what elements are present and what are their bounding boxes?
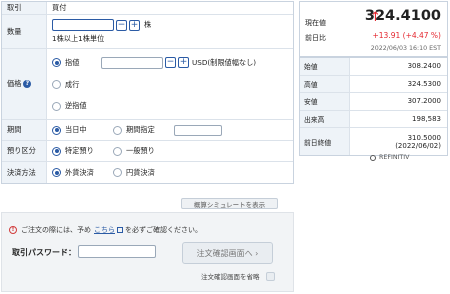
price-minus-button[interactable]: − xyxy=(165,57,176,69)
skip-confirm-checkbox[interactable] xyxy=(265,271,275,281)
quantity-row: 数量 − + 株 1株以上1株単位 xyxy=(2,15,293,49)
quantity-plus-button[interactable]: + xyxy=(129,19,140,31)
help-icon[interactable]: ? xyxy=(23,80,32,88)
data-source: REFINITIV xyxy=(370,154,409,161)
price-currency-note: USD(制限値幅なし) xyxy=(192,57,257,67)
period-date-input[interactable] xyxy=(174,124,222,136)
price-market-radio[interactable] xyxy=(52,80,61,90)
price-limit-radio[interactable] xyxy=(52,58,61,68)
quote-row: 前日終値 310.5000 (2022/06/02) xyxy=(300,127,447,156)
quote-row: 高値 324.5300 xyxy=(300,74,447,93)
skip-confirm-label: 注文確認画面を省略 xyxy=(201,273,260,281)
quote-timestamp: 2022/06/03 16:10 EST xyxy=(370,45,441,52)
quote-row-label: 前日終値 xyxy=(300,128,350,156)
quote-row-label: 高値 xyxy=(300,75,350,93)
notice-suffix: を必ずご確認ください。 xyxy=(125,226,202,234)
period-specified-radio[interactable] xyxy=(113,125,122,135)
settlement-label: 決済方法 xyxy=(2,162,47,183)
simulate-button[interactable]: 概算シミュレートを表示 xyxy=(181,198,278,209)
settlement-row: 決済方法 外貨決済 円貨決済 xyxy=(2,162,293,183)
quote-row-label: 安値 xyxy=(300,93,350,110)
price-stop-radio[interactable] xyxy=(52,101,61,111)
notice: ! ご注文の際には、予め こちら を必ずご確認ください。 xyxy=(9,225,202,235)
trade-value: 買付 xyxy=(52,3,67,12)
current-price: 324.4100 xyxy=(364,8,441,24)
prev-diff-label: 前日比 xyxy=(305,34,326,42)
notice-prefix: ご注文の際には、予め xyxy=(21,226,91,234)
data-source-label: REFINITIV xyxy=(379,154,410,161)
order-form: 取引 買付 数量 − + 株 1株以上1株単位 価格 ? 指値 − + USD(… xyxy=(1,1,294,184)
settle-fx-radio[interactable] xyxy=(52,168,61,177)
quote-header: 現在値 前日比 ↑ 324.4100 +13.91 (+4.47 %) 2022… xyxy=(299,1,448,56)
settle-fx-label: 外貨決済 xyxy=(65,167,94,177)
quote-row-value: 308.2400 xyxy=(407,62,441,71)
period-label: 期間 xyxy=(2,120,47,140)
custody-label: 預り区分 xyxy=(2,141,47,161)
quote-row-value: 198,583 xyxy=(412,115,441,124)
quote-row: 始値 308.2400 xyxy=(300,57,447,75)
quote-row-label: 始値 xyxy=(300,58,350,75)
quote-panel: 現在値 前日比 ↑ 324.4100 +13.91 (+4.47 %) 2022… xyxy=(299,1,448,157)
custody-specific-radio[interactable] xyxy=(52,146,61,156)
settle-jpy-radio[interactable] xyxy=(113,168,122,177)
quantity-label: 数量 xyxy=(2,15,47,48)
quantity-minus-button[interactable]: − xyxy=(116,19,127,31)
password-label: 取引パスワード： xyxy=(12,248,76,257)
quote-row-value: 324.5300 xyxy=(407,79,441,88)
period-specified-label: 期間指定 xyxy=(126,125,155,134)
custody-general-radio[interactable] xyxy=(113,146,122,156)
quote-table: 始値 308.2400 高値 324.5300 安値 307.2000 出来高 … xyxy=(299,56,448,157)
custody-general-label: 一般預り xyxy=(126,146,155,155)
order-confirm-button[interactable]: 注文確認画面へ › xyxy=(182,242,273,264)
trade-label: 取引 xyxy=(2,2,47,14)
quote-row: 安値 307.2000 xyxy=(300,92,447,110)
quantity-unit: 株 xyxy=(144,20,152,29)
period-row: 期間 当日中 期間指定 xyxy=(2,120,293,141)
custody-specific-label: 特定預り xyxy=(65,146,94,155)
price-limit-label: 指値 xyxy=(65,57,80,67)
password-input[interactable] xyxy=(78,245,156,258)
quote-row-value: 307.2000 xyxy=(407,97,441,106)
period-today-label: 当日中 xyxy=(65,125,87,134)
current-price-label: 現在値 xyxy=(305,19,326,27)
price-row: 価格 ? 指値 − + USD(制限値幅なし) 成行 逆指値 xyxy=(2,49,293,120)
price-change: +13.91 (+4.47 %) xyxy=(372,31,442,40)
external-link-icon xyxy=(117,227,123,233)
price-plus-button[interactable]: + xyxy=(178,57,189,69)
limit-price-input[interactable] xyxy=(101,56,163,69)
skip-confirm: 注文確認画面を省略 xyxy=(201,271,275,281)
period-today-radio[interactable] xyxy=(52,125,61,135)
quote-row-subvalue: (2022/06/02) xyxy=(395,141,441,150)
price-label-cell: 価格 ? xyxy=(2,49,47,119)
quantity-input[interactable] xyxy=(52,19,114,31)
warning-icon: ! xyxy=(9,226,17,234)
price-market-label: 成行 xyxy=(65,79,80,89)
quantity-note: 1株以上1株単位 xyxy=(52,34,105,43)
trade-row: 取引 買付 xyxy=(2,2,293,15)
quote-row-label: 出来高 xyxy=(300,110,350,128)
settle-jpy-label: 円貨決済 xyxy=(126,167,155,177)
price-stop-label: 逆指値 xyxy=(65,101,87,111)
custody-row: 預り区分 特定預り 一般預り xyxy=(2,141,293,162)
notice-link[interactable]: こちら xyxy=(94,225,115,235)
refinitiv-logo-icon xyxy=(370,154,376,161)
price-label: 価格 xyxy=(7,79,22,88)
quote-row: 出来高 198,583 xyxy=(300,109,447,128)
quote-row-value: 310.5000 xyxy=(407,133,441,142)
confirm-panel: ! ご注文の際には、予め こちら を必ずご確認ください。 取引パスワード： 注文… xyxy=(1,212,294,292)
